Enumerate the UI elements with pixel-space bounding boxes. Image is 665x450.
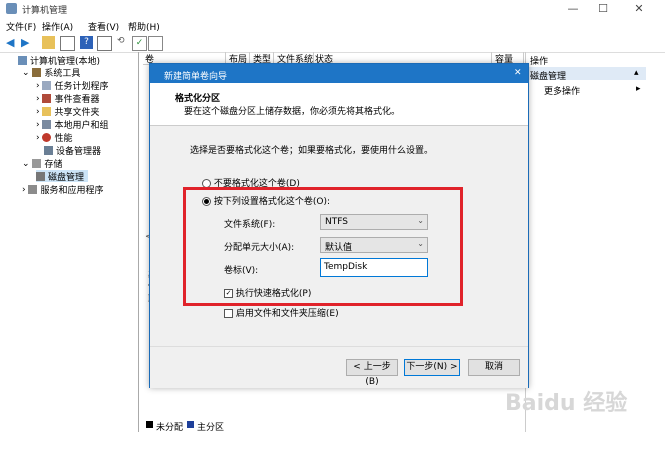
legend-bar: 未分配 主分区 [143,418,523,433]
chevron-down-icon[interactable]: ⌄ [22,159,30,169]
dialog-title: 新建简单卷向导 [164,72,228,82]
chevron-right-icon[interactable]: › [36,81,40,91]
back-arrow-icon[interactable]: ◀ [6,36,19,49]
users-icon [42,120,52,129]
tree-storage[interactable]: ⌄ 存储 [22,157,62,170]
performance-icon [42,133,52,142]
menu-file[interactable]: 文件(F) [6,20,36,33]
minimize-button[interactable]: — [560,0,586,18]
dialog-footer: < 上一步(B) 下一步(N) > 取消 [150,346,528,388]
compression-checkbox[interactable] [224,309,233,318]
legend-unallocated-swatch [146,421,153,428]
list-view-icon[interactable] [148,36,163,51]
cancel-button[interactable]: 取消 [468,359,520,376]
legend-primary-swatch [187,421,194,428]
tree-item-scheduler[interactable]: › 任务计划程序 [36,79,109,92]
tree-root[interactable]: 计算机管理(本地) [18,54,100,67]
maximize-button[interactable]: ☐ [590,0,616,18]
toolbar: ◀ ▶ ? ⟲ ✓ [0,34,665,53]
shared-folder-icon [42,107,52,116]
connect-icon[interactable]: ⟲ [117,36,130,49]
more-actions-label: 更多操作 [544,87,581,97]
format-prompt: 选择是否要格式化这个卷；如果要格式化，要使用什么设置。 [190,146,434,156]
actions-pane: 操作 磁盘管理 ▴ 更多操作 ▸ [525,52,646,432]
next-button[interactable]: 下一步(N) > [404,359,460,376]
tree-item-events[interactable]: › 事件查看器 [36,92,100,105]
clock-icon [42,81,52,90]
watermark: Baidu 经验 [505,391,628,416]
help-icon[interactable]: ? [80,36,93,49]
actions-selected-label: 磁盘管理 [530,72,567,82]
back-button[interactable]: < 上一步(B) [346,359,398,387]
menu-bar: 文件(F) 操作(A) 查看(V) 帮助(H) [0,18,665,34]
storage-icon [32,159,42,168]
legend-unallocated: 未分配 [156,423,184,433]
services-icon [28,185,38,194]
dialog-subheading: 要在这个磁盘分区上储存数据，你必须先将其格式化。 [184,107,401,117]
compression-option[interactable]: 启用文件和文件夹压缩(E) [224,306,339,319]
chevron-right-icon[interactable]: › [36,94,40,104]
computer-icon [18,56,27,65]
checklist-icon[interactable]: ✓ [132,36,147,51]
tree-disk-management[interactable]: 磁盘管理 [36,170,89,183]
more-actions-item[interactable]: 更多操作 ▸ [544,84,644,97]
tools-icon [32,68,42,77]
dialog-close-button[interactable]: ✕ [514,68,522,78]
tree-item-shared[interactable]: › 共享文件夹 [36,105,100,118]
submenu-arrow-icon: ▸ [636,84,641,94]
chevron-down-icon[interactable]: ⌄ [22,68,30,78]
forward-arrow-icon[interactable]: ▶ [21,36,34,49]
dialog-heading: 格式化分区 [175,94,221,104]
chevron-right-icon[interactable]: › [22,185,26,195]
compression-label: 启用文件和文件夹压缩(E) [235,309,339,319]
device-manager-icon [44,146,53,155]
event-viewer-icon [42,94,52,103]
tree-services[interactable]: › 服务和应用程序 [22,183,104,196]
close-window-button[interactable]: ✕ [626,0,652,18]
show-tree-icon[interactable] [60,36,75,51]
tree-system-tools[interactable]: ⌄ 系统工具 [22,66,80,79]
chevron-right-icon[interactable]: › [36,107,40,117]
navigation-tree: 计算机管理(本地) ⌄ 系统工具 › 任务计划程序 › 事件查看器 › 共享文件… [18,52,139,432]
actions-header: 操作 [530,57,549,67]
app-icon [6,3,17,14]
collapse-up-icon[interactable]: ▴ [634,68,639,78]
chevron-right-icon[interactable]: › [36,120,40,130]
menu-view[interactable]: 查看(V) [88,20,119,33]
properties-icon[interactable] [97,36,112,51]
dialog-titlebar: 新建简单卷向导 ✕ [150,64,528,83]
menu-action[interactable]: 操作(A) [42,20,73,33]
dialog-header: 格式化分区 要在这个磁盘分区上储存数据，你必须先将其格式化。 [150,83,528,126]
highlight-box [183,187,463,306]
disk-icon [36,172,45,181]
up-folder-icon[interactable] [42,36,55,49]
legend-primary: 主分区 [197,423,225,433]
window-titlebar: 计算机管理 — ☐ ✕ [0,0,665,18]
tree-item-devices[interactable]: 设备管理器 [44,144,101,157]
tree-item-performance[interactable]: › 性能 [36,131,73,144]
menu-help[interactable]: 帮助(H) [128,20,160,33]
tree-item-users[interactable]: › 本地用户和组 [36,118,109,131]
chevron-right-icon[interactable]: › [36,133,40,143]
window-title: 计算机管理 [22,6,68,16]
actions-disk-management[interactable]: 磁盘管理 ▴ [526,67,646,82]
